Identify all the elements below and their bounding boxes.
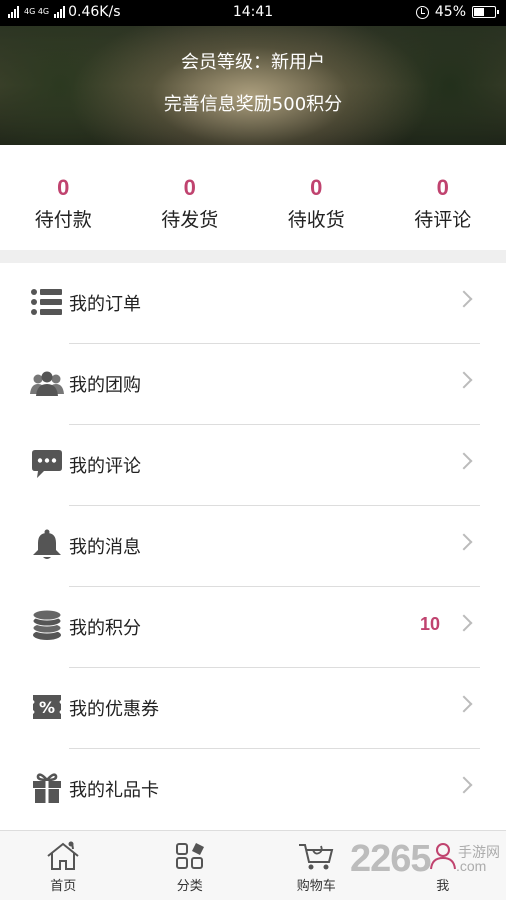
profile-banner[interactable]: 会员等级：新用户 完善信息奖励500积分 <box>0 26 506 145</box>
menu-item-label: 我的评论 <box>69 456 141 477</box>
menu-item-label: 我的团购 <box>69 375 141 396</box>
category-icon <box>175 843 204 869</box>
order-count: 0 <box>183 175 196 200</box>
account-menu: 我的订单 我的团购 我的评论 我的消息 我的积分 10 % 我的优惠券 我的礼品… <box>0 263 506 830</box>
chevron-right-icon <box>455 776 473 794</box>
reward-prompt[interactable]: 完善信息奖励500积分 <box>0 90 506 116</box>
order-label: 待发货 <box>161 209 219 231</box>
menu-item-orders[interactable]: 我的订单 <box>0 263 506 344</box>
chevron-right-icon <box>455 452 473 470</box>
menu-item-gift-card[interactable]: 我的礼品卡 <box>0 749 506 830</box>
alarm-icon <box>415 5 429 19</box>
order-count: 0 <box>57 175 70 200</box>
battery-icon <box>472 6 499 18</box>
order-pending-payment[interactable]: 0 待付款 <box>0 145 127 250</box>
order-pending-receipt[interactable]: 0 待收货 <box>253 145 380 250</box>
coins-icon <box>32 609 62 640</box>
svg-text:%: % <box>39 698 55 717</box>
gift-icon <box>33 773 61 803</box>
user-icon <box>429 843 456 870</box>
order-count: 0 <box>310 175 323 200</box>
battery-percent: 45% <box>434 4 466 20</box>
battery-fill <box>474 8 484 16</box>
order-label: 待付款 <box>34 209 92 231</box>
bell-icon <box>33 529 61 559</box>
chevron-right-icon <box>455 371 473 389</box>
menu-item-points[interactable]: 我的积分 10 <box>0 587 506 668</box>
chevron-right-icon <box>455 614 473 632</box>
comment-icon <box>32 450 62 478</box>
menu-item-messages[interactable]: 我的消息 <box>0 506 506 587</box>
watermark-domain: .com <box>456 858 487 874</box>
cart-icon <box>299 844 334 870</box>
group-icon <box>30 371 64 396</box>
tab-category[interactable]: 分类 <box>127 831 254 900</box>
coupon-icon: % <box>33 695 61 719</box>
list-icon <box>31 289 62 315</box>
tab-label: 首页 <box>50 879 77 894</box>
menu-item-label: 我的订单 <box>69 294 141 315</box>
menu-item-label: 我的优惠券 <box>69 699 159 720</box>
menu-item-label: 我的礼品卡 <box>69 780 159 801</box>
menu-item-label: 我的消息 <box>69 537 141 558</box>
chevron-right-icon <box>455 695 473 713</box>
points-balance: 10 <box>419 614 440 634</box>
order-pending-review[interactable]: 0 待评论 <box>380 145 506 250</box>
menu-item-group-buy[interactable]: 我的团购 <box>0 344 506 425</box>
menu-item-comments[interactable]: 我的评论 <box>0 425 506 506</box>
chevron-right-icon <box>455 533 473 551</box>
order-label: 待收货 <box>287 209 345 231</box>
menu-item-label: 我的积分 <box>69 618 141 639</box>
home-icon <box>47 841 79 870</box>
member-level: 会员等级：新用户 <box>181 52 325 73</box>
order-pending-shipment[interactable]: 0 待发货 <box>127 145 254 250</box>
watermark: 2265 手游网 .com <box>350 838 500 881</box>
status-right: 45% <box>415 4 499 20</box>
order-count: 0 <box>436 175 449 200</box>
tab-home[interactable]: 首页 <box>0 831 127 900</box>
order-label: 待评论 <box>414 209 472 231</box>
watermark-brand: 2265 <box>350 838 432 880</box>
chevron-right-icon <box>455 290 473 308</box>
status-bar: 4G 4G 0.46K/s 14:41 45% <box>0 0 506 26</box>
menu-item-coupons[interactable]: % 我的优惠券 <box>0 668 506 749</box>
order-status-bar: 0 待付款 0 待发货 0 待收货 0 待评论 <box>0 145 506 250</box>
tab-label: 分类 <box>176 879 203 894</box>
